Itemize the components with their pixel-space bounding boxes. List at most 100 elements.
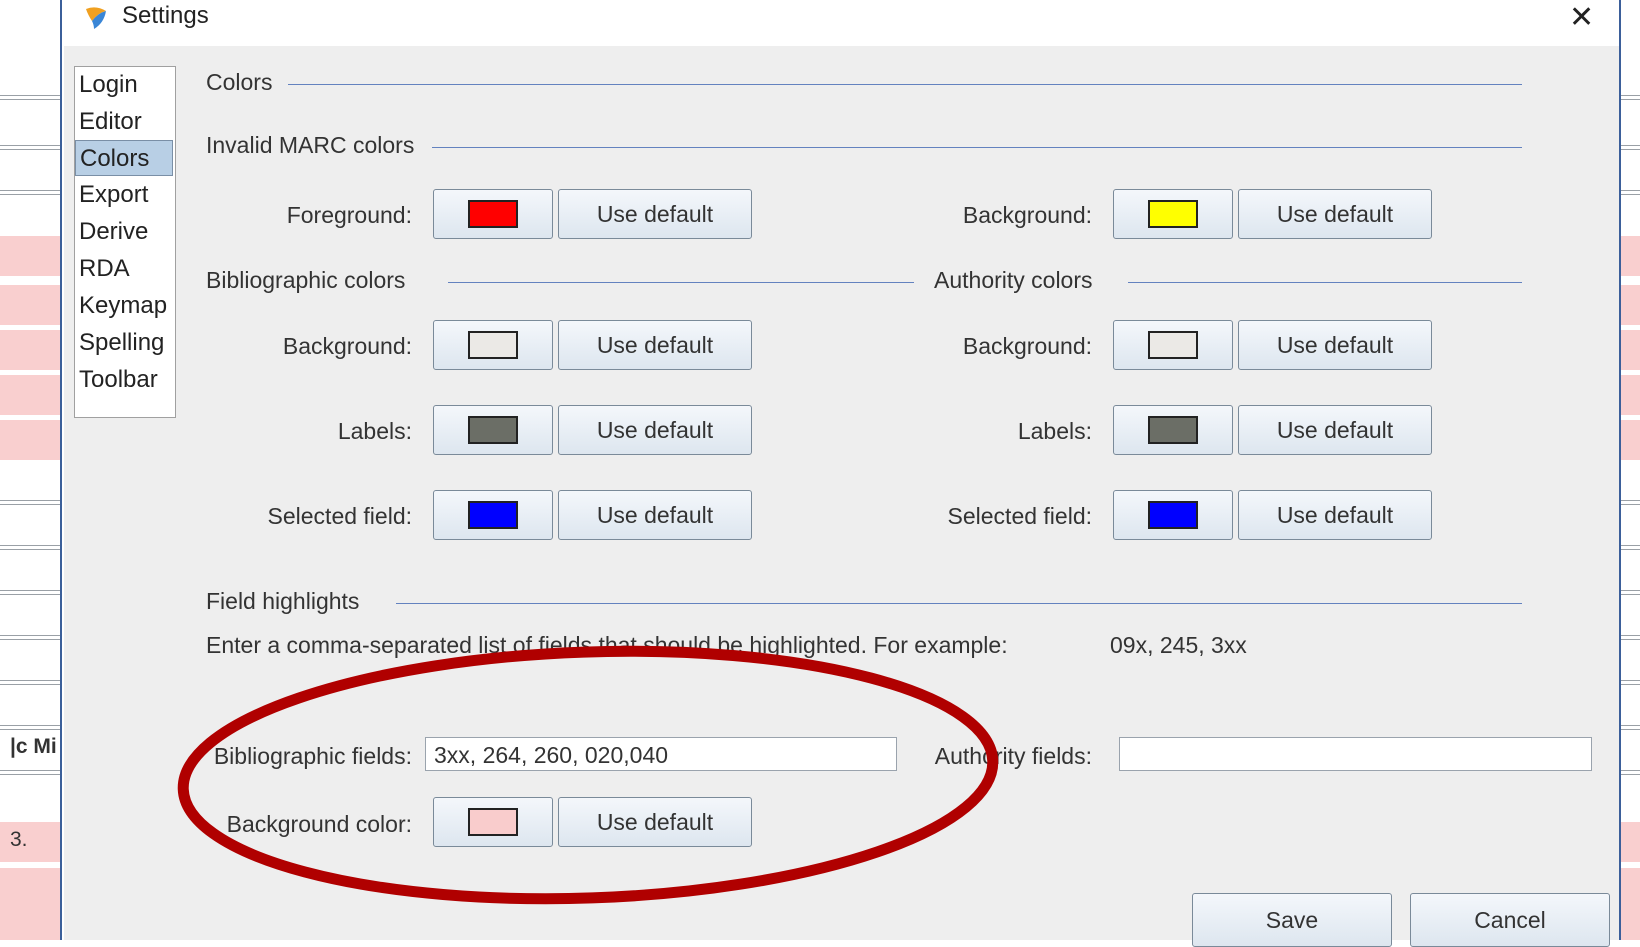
bib-labels-default-button[interactable]: Use default bbox=[558, 405, 752, 455]
field-highlights-section-title: Field highlights bbox=[206, 588, 360, 614]
bg-highlight-row bbox=[1621, 285, 1640, 325]
nav-item-keymap[interactable]: Keymap bbox=[75, 288, 173, 324]
field-highlights-hint: Enter a comma-separated list of fields t… bbox=[206, 632, 1008, 658]
auth-background-default-button[interactable]: Use default bbox=[1238, 320, 1432, 370]
bg-divider bbox=[1621, 500, 1640, 505]
bg-highlight-row bbox=[0, 822, 60, 862]
bg-highlight-row bbox=[1621, 822, 1640, 862]
bg-divider bbox=[0, 500, 60, 505]
bg-divider bbox=[0, 145, 60, 150]
window-title: Settings bbox=[122, 2, 209, 29]
background-window-right bbox=[1619, 0, 1640, 940]
bg-divider bbox=[1621, 145, 1640, 150]
bg-divider bbox=[0, 545, 60, 550]
bg-divider bbox=[0, 680, 60, 685]
bg-divider bbox=[1621, 635, 1640, 640]
bg-highlight-row bbox=[0, 868, 60, 940]
auth-labels-color-button[interactable] bbox=[1113, 405, 1233, 455]
bg-highlight-row bbox=[0, 285, 60, 325]
section-rule bbox=[432, 147, 1522, 148]
bib-selected-field-label: Selected field: bbox=[267, 503, 412, 529]
color-swatch bbox=[468, 331, 518, 359]
highlight-bgcolor-button[interactable] bbox=[433, 797, 553, 847]
section-rule bbox=[288, 84, 1522, 85]
color-swatch bbox=[1148, 501, 1198, 529]
invalid-background-color-button[interactable] bbox=[1113, 189, 1233, 239]
bib-selected-field-color-button[interactable] bbox=[433, 490, 553, 540]
background-window-left: |c Mi 3. bbox=[0, 0, 62, 940]
bg-divider bbox=[0, 95, 60, 100]
bg-highlight-row bbox=[1621, 330, 1640, 370]
invalid-marc-section-title: Invalid MARC colors bbox=[206, 132, 415, 158]
section-rule bbox=[396, 603, 1522, 604]
cancel-button[interactable]: Cancel bbox=[1410, 893, 1610, 947]
invalid-foreground-label: Foreground: bbox=[286, 202, 412, 228]
bg-divider bbox=[0, 590, 60, 595]
nav-item-export[interactable]: Export bbox=[75, 177, 173, 213]
color-swatch bbox=[468, 501, 518, 529]
invalid-background-default-button[interactable]: Use default bbox=[1238, 189, 1432, 239]
bg-highlight-row bbox=[1621, 868, 1640, 940]
bg-divider bbox=[1621, 590, 1640, 595]
title-bar: Settings ✕ bbox=[64, 0, 1619, 46]
auth-selected-field-label: Selected field: bbox=[947, 503, 1092, 529]
nav-item-colors[interactable]: Colors bbox=[75, 140, 173, 176]
color-swatch bbox=[468, 808, 518, 836]
bg-divider bbox=[0, 635, 60, 640]
color-swatch bbox=[468, 200, 518, 228]
auth-selected-field-default-button[interactable]: Use default bbox=[1238, 490, 1432, 540]
bib-background-color-button[interactable] bbox=[433, 320, 553, 370]
nav-item-editor[interactable]: Editor bbox=[75, 104, 173, 140]
nav-item-login[interactable]: Login bbox=[75, 67, 173, 103]
auth-labels-label: Labels: bbox=[1017, 418, 1092, 444]
invalid-foreground-color-button[interactable] bbox=[433, 189, 553, 239]
settings-dialog: Settings ✕ Login Editor Colors Export De… bbox=[64, 0, 1619, 947]
highlight-bgcolor-default-button[interactable]: Use default bbox=[558, 797, 752, 847]
bg-highlight-row bbox=[0, 375, 60, 415]
auth-labels-default-button[interactable]: Use default bbox=[1238, 405, 1432, 455]
bg-divider bbox=[1621, 680, 1640, 685]
save-button[interactable]: Save bbox=[1192, 893, 1392, 947]
auth-fields-label: Authority fields: bbox=[934, 743, 1092, 769]
bib-background-default-button[interactable]: Use default bbox=[558, 320, 752, 370]
color-swatch bbox=[1148, 331, 1198, 359]
bg-divider bbox=[1621, 190, 1640, 195]
bg-divider bbox=[1621, 725, 1640, 730]
field-highlights-example: 09x, 245, 3xx bbox=[1110, 632, 1247, 658]
bib-labels-label: Labels: bbox=[337, 418, 412, 444]
nav-item-toolbar[interactable]: Toolbar bbox=[75, 362, 173, 398]
bg-divider bbox=[0, 725, 60, 730]
nav-item-spelling[interactable]: Spelling bbox=[75, 325, 173, 361]
auth-background-label: Background: bbox=[962, 333, 1092, 359]
nav-item-derive[interactable]: Derive bbox=[75, 214, 173, 250]
auth-selected-field-color-button[interactable] bbox=[1113, 490, 1233, 540]
bib-labels-color-button[interactable] bbox=[433, 405, 553, 455]
color-swatch bbox=[468, 416, 518, 444]
bg-divider bbox=[1621, 770, 1640, 775]
bib-fields-label: Bibliographic fields: bbox=[213, 743, 412, 769]
bg-highlight-row bbox=[1621, 375, 1640, 415]
bg-highlight-row bbox=[0, 236, 60, 276]
section-rule bbox=[1128, 282, 1522, 283]
color-swatch bbox=[1148, 200, 1198, 228]
auth-background-color-button[interactable] bbox=[1113, 320, 1233, 370]
bg-divider bbox=[0, 770, 60, 775]
section-rule bbox=[448, 282, 914, 283]
bib-fields-input[interactable]: 3xx, 264, 260, 020,040 bbox=[425, 737, 897, 771]
close-icon[interactable]: ✕ bbox=[1569, 0, 1594, 35]
bib-background-label: Background: bbox=[282, 333, 412, 359]
bg-row-text: 3. bbox=[10, 828, 28, 851]
bib-selected-field-default-button[interactable]: Use default bbox=[558, 490, 752, 540]
bg-highlight-row bbox=[0, 330, 60, 370]
bg-row-text: |c Mi bbox=[10, 735, 57, 758]
settings-category-list: Login Editor Colors Export Derive RDA Ke… bbox=[74, 66, 176, 418]
bg-highlight-row bbox=[1621, 236, 1640, 276]
authority-section-title: Authority colors bbox=[934, 267, 1093, 293]
invalid-foreground-default-button[interactable]: Use default bbox=[558, 189, 752, 239]
nav-item-rda[interactable]: RDA bbox=[75, 251, 173, 287]
color-swatch bbox=[1148, 416, 1198, 444]
invalid-background-label: Background: bbox=[962, 202, 1092, 228]
bg-highlight-row bbox=[1621, 420, 1640, 460]
auth-fields-input[interactable] bbox=[1119, 737, 1592, 771]
colors-section-title: Colors bbox=[206, 69, 273, 95]
